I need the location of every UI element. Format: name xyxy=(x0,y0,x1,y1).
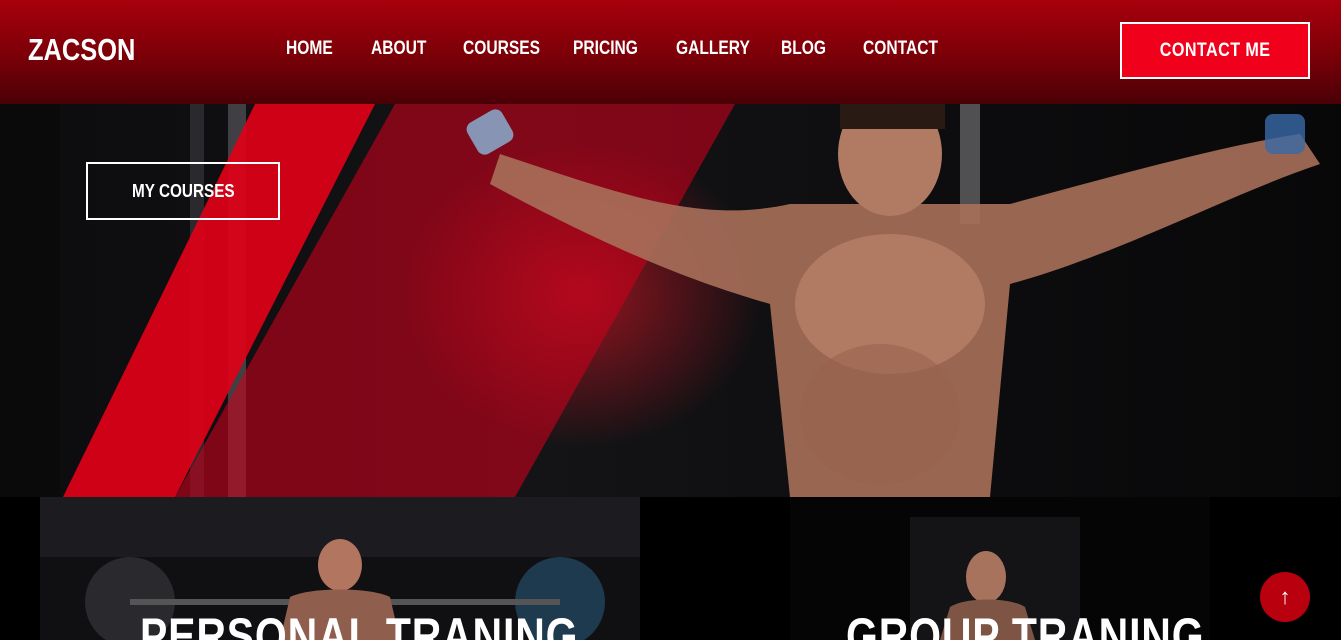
nav-contact[interactable]: CONTACT xyxy=(863,38,938,60)
nav-courses[interactable]: COURSES xyxy=(463,38,540,60)
personal-training-title: PERSONAL TRANING xyxy=(140,608,579,640)
site-header: ZACSON HOME ABOUT COURSES PRICING GALLER… xyxy=(0,0,1341,104)
contact-me-label: CONTACT ME xyxy=(1159,39,1271,61)
nav-home[interactable]: HOME xyxy=(286,38,333,60)
my-courses-button[interactable]: MY COURSES xyxy=(86,162,280,220)
nav-gallery[interactable]: GALLERY xyxy=(676,38,750,60)
site-logo[interactable]: ZACSON xyxy=(28,32,135,68)
card-personal-training[interactable]: PERSONAL TRANING xyxy=(40,497,640,640)
my-courses-label: MY COURSES xyxy=(131,180,235,201)
contact-me-button[interactable]: CONTACT ME xyxy=(1120,22,1310,79)
group-training-title: GROUP TRANING xyxy=(846,608,1205,640)
scroll-to-top-button[interactable]: ↑ xyxy=(1260,572,1310,622)
nav-blog[interactable]: BLOG xyxy=(781,38,826,60)
training-cards: PERSONAL TRANING GROUP TRANING xyxy=(0,497,1341,640)
nav-pricing[interactable]: PRICING xyxy=(573,38,638,60)
card-group-training[interactable]: GROUP TRANING xyxy=(790,497,1210,640)
arrow-up-icon: ↑ xyxy=(1279,584,1291,609)
nav-about[interactable]: ABOUT xyxy=(371,38,426,60)
hero-banner: MY COURSES xyxy=(0,104,1341,497)
